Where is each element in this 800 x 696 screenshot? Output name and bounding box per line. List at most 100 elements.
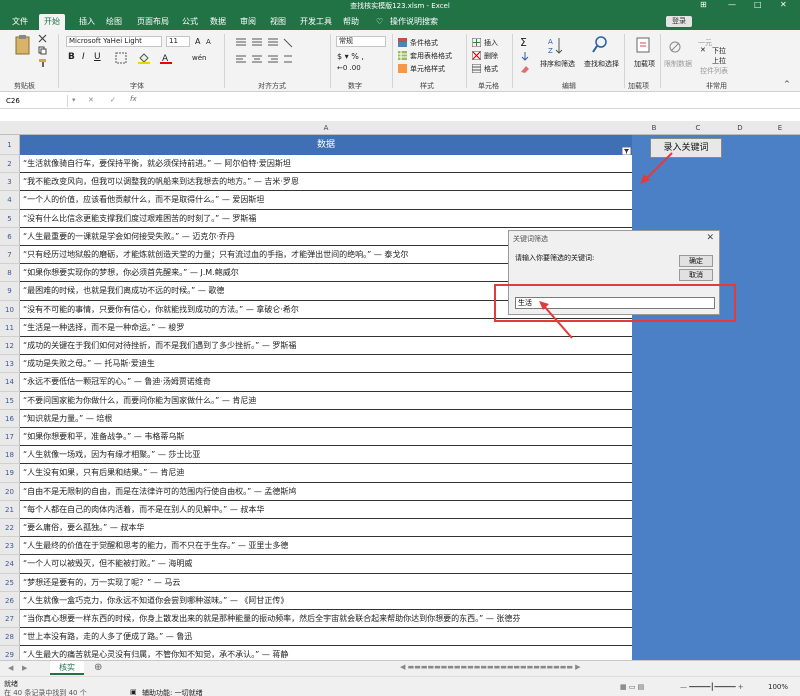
format-cells-button[interactable]: 格式: [484, 64, 498, 74]
horizontal-scrollbar[interactable]: ◀ ▬▬▬▬▬▬▬▬▬▬▬▬▬▬▬▬▬▬▬▬▬▬▬▬▬ ▶: [400, 663, 581, 671]
column-header-a[interactable]: A: [20, 121, 632, 135]
minimize-button[interactable]: —: [728, 0, 736, 9]
autosum-icon[interactable]: Σ: [520, 36, 527, 49]
tell-me-search[interactable]: 操作说明搜索: [390, 14, 438, 30]
row-number[interactable]: 4: [0, 191, 20, 210]
fill-color-icon[interactable]: [138, 52, 150, 64]
login-button[interactable]: 登录: [666, 16, 692, 27]
row-number[interactable]: 27: [0, 610, 20, 629]
view-buttons[interactable]: ▦ ▭ ▤: [620, 683, 644, 691]
row-number[interactable]: 18: [0, 446, 20, 465]
tab-home[interactable]: 开始: [39, 14, 65, 30]
table-row[interactable]: “生活就像骑自行车，要保持平衡，就必须保持前进。” — 阿尔伯特·爱因斯坦: [20, 155, 632, 174]
sort-filter-icon[interactable]: AZ: [548, 36, 564, 56]
row-number[interactable]: 6: [0, 227, 20, 246]
cancel-formula-icon[interactable]: ✕: [88, 96, 94, 104]
row-number[interactable]: 21: [0, 500, 20, 519]
table-row[interactable]: “人生最终的价值在于觉醒和思考的能力，而不只在于生存。” — 亚里士多德: [20, 537, 632, 556]
pull-down-button[interactable]: 下拉: [712, 46, 726, 56]
cancel-button[interactable]: 取消: [679, 269, 713, 281]
font-color-icon[interactable]: A: [160, 52, 172, 64]
font-shrink-icon[interactable]: A: [206, 38, 211, 46]
table-row[interactable]: “自由不是无限制的自由，而是在法律许可的范围内行使自由权。” — 孟德斯鸠: [20, 482, 632, 501]
name-box[interactable]: C26: [6, 95, 68, 107]
table-row[interactable]: “一个人的价值，应该看他贡献什么，而不是取得什么。” — 爱因斯坦: [20, 191, 632, 210]
column-header-cell[interactable]: 数据: [20, 135, 632, 155]
table-row[interactable]: “人生没有如果，只有后果和结果。” — 肯尼迪: [20, 464, 632, 483]
formula-input[interactable]: [150, 96, 790, 106]
table-row[interactable]: “人生就像一场戏，因为有缘才相聚。” — 莎士比亚: [20, 446, 632, 465]
row-number[interactable]: 9: [0, 282, 20, 301]
tab-data[interactable]: 数据: [210, 14, 226, 30]
accessibility-status[interactable]: 辅助功能: 一切就绪: [142, 688, 203, 696]
underline-icon[interactable]: U: [94, 52, 101, 62]
sheet-tab[interactable]: 核实: [50, 661, 84, 675]
column-header-b[interactable]: B: [632, 121, 676, 135]
cell-styles-button[interactable]: 单元格样式: [410, 64, 445, 74]
sort-filter-button[interactable]: 排序和筛选: [540, 59, 575, 69]
border-icon[interactable]: [115, 52, 127, 64]
alignment-icons[interactable]: [234, 36, 294, 76]
select-all-corner[interactable]: [0, 121, 20, 135]
table-row[interactable]: “没有什么比信念更能支撑我们度过艰难困苦的时刻了。” — 罗斯福: [20, 209, 632, 228]
tab-file[interactable]: 文件: [12, 14, 28, 30]
number-format-box[interactable]: 常规: [336, 36, 386, 47]
column-header-c[interactable]: C: [676, 121, 720, 135]
clear-icon[interactable]: [520, 64, 530, 74]
table-row[interactable]: “知识就是力量。” — 培根: [20, 409, 632, 428]
row-number[interactable]: 15: [0, 391, 20, 410]
conditional-format-button[interactable]: 条件格式: [410, 38, 438, 48]
close-icon[interactable]: ✕: [706, 233, 714, 243]
column-header-e[interactable]: E: [760, 121, 800, 135]
bold-icon[interactable]: B: [68, 52, 75, 62]
font-name-box[interactable]: Microsoft YaHei Light: [66, 36, 162, 47]
row-number[interactable]: 28: [0, 628, 20, 647]
fill-icon[interactable]: [520, 51, 530, 61]
maximize-button[interactable]: □: [754, 0, 762, 9]
font-size-box[interactable]: 11: [166, 36, 190, 47]
table-row[interactable]: “永远不要低估一颗冠军的心。” — 鲁迪·汤姆贾诺维奇: [20, 373, 632, 392]
row-number[interactable]: 16: [0, 409, 20, 428]
row-number[interactable]: 22: [0, 519, 20, 538]
row-number[interactable]: 5: [0, 209, 20, 228]
find-select-button[interactable]: 查找和选择: [584, 59, 619, 69]
table-row[interactable]: “成功是失败之母。” — 托马斯·爱迪生: [20, 355, 632, 374]
tab-review[interactable]: 审阅: [240, 14, 256, 30]
row-number[interactable]: 17: [0, 428, 20, 447]
row-number[interactable]: 3: [0, 173, 20, 192]
row-number[interactable]: 7: [0, 246, 20, 265]
table-row[interactable]: “我不能改变风向，但我可以调整我的帆船来到达我想去的地方。” — 吉米·罗恩: [20, 173, 632, 192]
filter-dropdown-icon[interactable]: [622, 147, 631, 155]
ribbon-display-icon[interactable]: ⊞: [700, 0, 707, 9]
copy-icon[interactable]: [38, 46, 47, 55]
row-number[interactable]: 25: [0, 573, 20, 592]
table-row[interactable]: “要么庸俗，要么孤独。” — 叔本华: [20, 519, 632, 538]
restrict-data-button[interactable]: 限制数据: [664, 59, 692, 69]
zoom-level[interactable]: 100%: [768, 683, 788, 691]
namebox-dropdown-icon[interactable]: ▾: [72, 96, 76, 104]
ok-button[interactable]: 确定: [679, 255, 713, 267]
table-row[interactable]: “如果你想要和平，准备战争。” — 韦格蒂乌斯: [20, 428, 632, 447]
row-number[interactable]: 8: [0, 264, 20, 283]
enter-formula-icon[interactable]: ✓: [110, 96, 116, 104]
row-number-1[interactable]: 1: [0, 135, 20, 155]
prev-sheet-icon[interactable]: ◀: [8, 664, 13, 672]
table-row[interactable]: “梦想还是要有的，万一实现了呢？” — 马云: [20, 573, 632, 592]
delete-cells-button[interactable]: 删除: [484, 51, 498, 61]
addin-button[interactable]: 加载项: [634, 59, 655, 69]
currency-icon[interactable]: $ ▾ % ,: [337, 52, 364, 61]
cut-icon[interactable]: [38, 34, 47, 43]
restrict-data-icon[interactable]: [668, 40, 682, 54]
tab-draw[interactable]: 绘图: [106, 14, 122, 30]
italic-icon[interactable]: I: [82, 52, 85, 62]
table-row[interactable]: “当你真心想要一样东西的时候，你身上散发出来的就是那种能量的振动频率，然后全宇宙…: [20, 610, 632, 629]
macro-record-icon[interactable]: ▣: [130, 688, 137, 696]
control-list-button[interactable]: 控件列表: [700, 66, 728, 76]
insert-cells-button[interactable]: 插入: [484, 38, 498, 48]
tab-help[interactable]: 帮助: [343, 14, 359, 30]
next-sheet-icon[interactable]: ▶: [22, 664, 27, 672]
tab-insert[interactable]: 插入: [79, 14, 95, 30]
tab-page-layout[interactable]: 页面布局: [137, 14, 169, 30]
table-row[interactable]: “一个人可以被毁灭，但不能被打败。” — 海明威: [20, 555, 632, 574]
row-number[interactable]: 2: [0, 155, 20, 174]
